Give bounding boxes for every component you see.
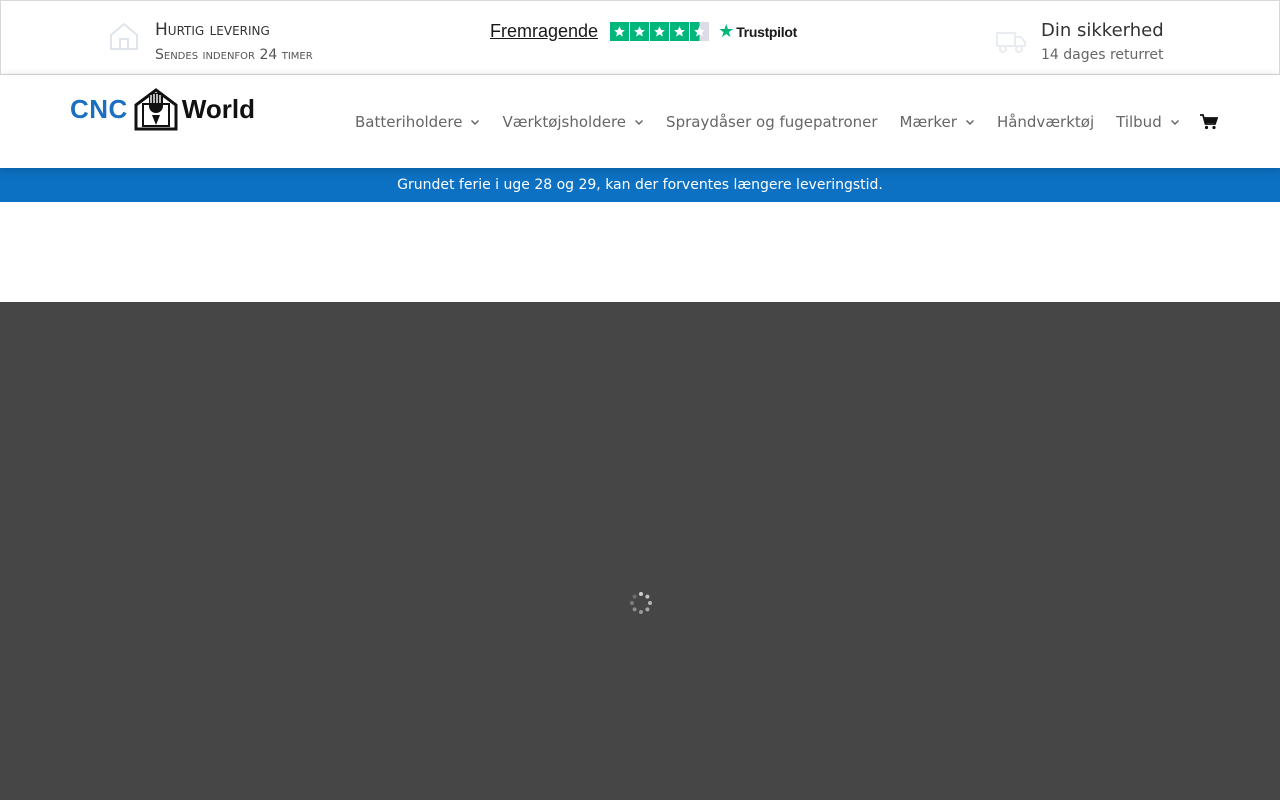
main-nav: Batteriholdere Værktøjsholdere Spraydåse… — [355, 113, 1218, 131]
notice-bar: Grundet ferie i uge 28 og 29, kan der fo… — [0, 168, 1280, 202]
trustpilot-stars — [610, 22, 710, 41]
nav-item-label: Spraydåser og fugepatroner — [666, 113, 878, 131]
chevron-down-icon — [471, 119, 480, 126]
spinner-icon — [630, 592, 652, 614]
nav-item-vaerktojsholdere[interactable]: Værktøjsholdere — [502, 113, 644, 131]
loading-area — [0, 302, 1280, 800]
trustpilot-star-icon: ★ — [718, 20, 735, 42]
site-logo[interactable]: CNC World — [70, 87, 255, 131]
logo-text-left: CNC — [70, 93, 128, 124]
cart-icon[interactable] — [1199, 114, 1218, 130]
logo-text-right: World — [181, 93, 256, 124]
trustpilot-widget[interactable]: Fremragende ★ Trustpilot — [490, 21, 797, 42]
notice-text: Grundet ferie i uge 28 og 29, kan der fo… — [397, 177, 883, 193]
star-icon — [650, 22, 670, 41]
usp-fast-delivery: Hurtig levering Sendes indenfor 24 timer — [107, 15, 313, 64]
nav-item-label: Håndværktøj — [996, 113, 1095, 131]
trustpilot-rating-text[interactable]: Fremragende — [490, 21, 598, 42]
nav-item-label: Tilbud — [1116, 113, 1162, 131]
star-icon — [630, 22, 650, 41]
usp-fast-delivery-title: Hurtig levering — [155, 20, 270, 40]
nav-item-label: Batteriholdere — [355, 113, 463, 131]
nav-item-maerker[interactable]: Mærker — [900, 113, 975, 131]
nav-item-tilbud[interactable]: Tilbud — [1116, 113, 1180, 131]
usp-safety-subtitle: 14 dages returret — [1041, 47, 1164, 63]
usp-fast-delivery-subtitle: Sendes indenfor 24 timer — [155, 47, 313, 63]
nav-item-batteriholdere[interactable]: Batteriholdere — [355, 113, 480, 131]
top-info-bar: Hurtig levering Sendes indenfor 24 timer… — [0, 0, 1280, 75]
star-icon — [610, 22, 630, 41]
chevron-down-icon — [965, 119, 974, 126]
house-icon — [110, 22, 138, 50]
site-header: CNC World Batteriholdere Værktøjsholdere… — [0, 75, 1280, 168]
nav-item-handvaerktoj[interactable]: Håndværktøj — [997, 113, 1094, 131]
nav-item-spraydaser[interactable]: Spraydåser og fugepatroner — [666, 113, 878, 131]
trustpilot-logo[interactable]: ★ Trustpilot — [718, 20, 797, 42]
nav-item-label: Mærker — [899, 113, 957, 131]
usp-safety-title: Din sikkerhed — [1041, 20, 1164, 41]
nav-item-label: Værktøjsholdere — [502, 113, 627, 131]
usp-safety: Din sikkerhed 14 dages returret — [995, 19, 1164, 64]
chevron-down-icon — [635, 119, 644, 126]
truck-icon — [996, 32, 1026, 53]
trustpilot-brand: Trustpilot — [736, 23, 797, 40]
logo-house-hand-icon — [134, 88, 178, 131]
star-icon — [670, 22, 690, 41]
half-star-icon — [690, 22, 710, 41]
chevron-down-icon — [1170, 119, 1179, 126]
